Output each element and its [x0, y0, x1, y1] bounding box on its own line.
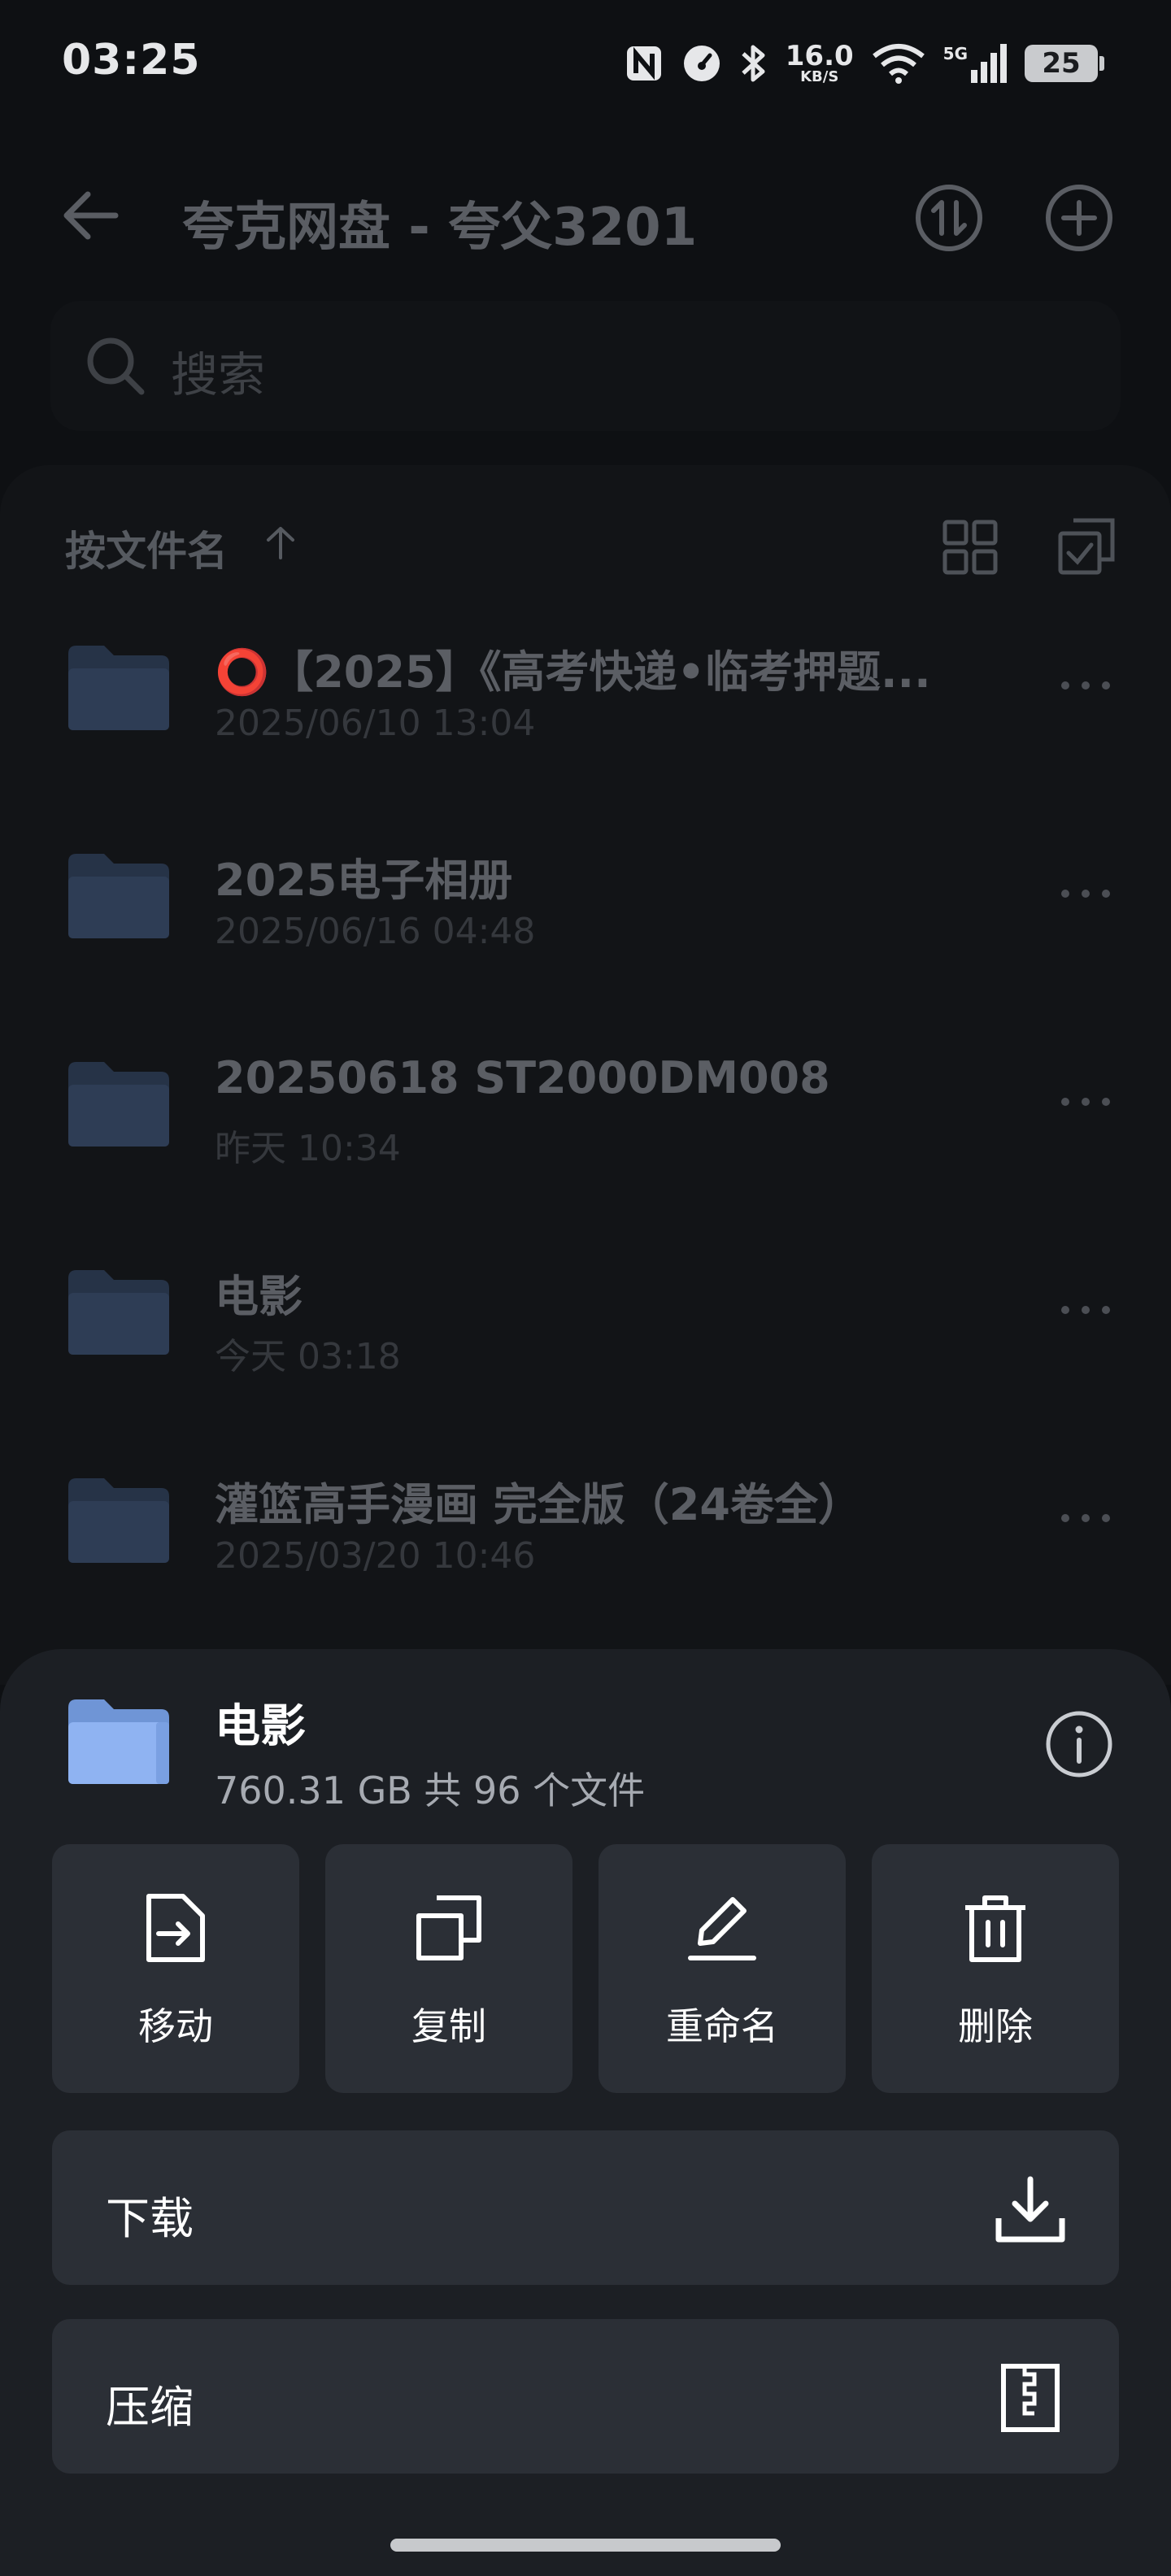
file-date: 今天 03:18: [215, 1336, 401, 1377]
status-icons: 16.0 KB/S 5G 25: [625, 39, 1104, 88]
transfer-icon[interactable]: [914, 183, 984, 253]
move-button[interactable]: 移动: [52, 1844, 299, 2093]
download-label: 下载: [106, 2193, 194, 2244]
sheet-meta: 760.31 GB 共 96 个文件: [215, 1769, 646, 1812]
bluetooth-icon: [742, 45, 765, 82]
file-name: 20250618 ST2000DM008: [215, 1052, 830, 1103]
list-item[interactable]: ⭕【2025】《高考快递•临考押题... 2025/06/10 13:04: [0, 603, 1171, 812]
file-actions-sheet: 电影 760.31 GB 共 96 个文件 移动 复制 重命名 删除 下载 压缩: [0, 1649, 1171, 2576]
wifi-icon: [872, 44, 925, 84]
file-date: 2025/06/10 13:04: [215, 703, 536, 744]
folder-icon: [68, 646, 169, 730]
status-bar: 03:25 16.0 KB/S 5G 25: [0, 0, 1171, 130]
file-date: 2025/06/16 04:48: [215, 911, 536, 952]
file-date: 昨天 10:34: [215, 1128, 401, 1169]
move-label: 移动: [138, 2004, 213, 2048]
delete-label: 删除: [958, 2004, 1033, 2048]
compress-button[interactable]: 压缩: [52, 2319, 1119, 2474]
more-options-icon[interactable]: [1057, 675, 1114, 696]
speedometer-icon: [683, 46, 720, 81]
compress-label: 压缩: [106, 2382, 194, 2433]
list-item[interactable]: 灌篮高手漫画 完全版（24卷全） 2025/03/20 10:46: [0, 1436, 1171, 1644]
folder-icon: [68, 1699, 169, 1784]
info-icon[interactable]: [1044, 1709, 1114, 1779]
net-speed-value: 16.0: [785, 40, 854, 72]
sort-by-name-button[interactable]: 按文件名: [65, 519, 228, 577]
signal-label: 5G: [942, 44, 968, 63]
page-title: 夸克网盘 - 夸父3201: [182, 198, 698, 258]
home-indicator[interactable]: [390, 2539, 781, 2552]
sheet-title: 电影: [215, 1700, 306, 1753]
folder-icon: [68, 1478, 169, 1563]
add-icon[interactable]: [1044, 183, 1114, 253]
nfc-icon: [626, 46, 661, 80]
file-name: 2025电子相册: [215, 855, 513, 906]
net-speed-unit: KB/S: [800, 68, 839, 85]
multiselect-icon[interactable]: [1056, 516, 1117, 577]
back-arrow-icon[interactable]: [59, 183, 124, 248]
folder-icon: [68, 854, 169, 938]
folder-icon: [68, 1062, 169, 1147]
rename-icon: [688, 1897, 756, 1960]
file-date: 2025/03/20 10:46: [215, 1535, 536, 1577]
more-options-icon[interactable]: [1057, 1508, 1114, 1529]
search-input[interactable]: 搜索: [50, 301, 1121, 431]
search-placeholder: 搜索: [171, 347, 266, 402]
action-grid: 移动 复制 重命名 删除: [52, 1844, 1119, 2093]
more-options-icon[interactable]: [1057, 883, 1114, 904]
move-icon: [146, 1894, 205, 1962]
delete-icon: [965, 1895, 1025, 1962]
net-speed: 16.0 KB/S: [786, 42, 854, 85]
file-name: ⭕【2025】《高考快递•临考押题...: [215, 646, 931, 698]
more-options-icon[interactable]: [1057, 1091, 1114, 1112]
folder-icon: [68, 1270, 169, 1355]
signal-bars-icon: [971, 44, 1007, 83]
app-header: 夸克网盘 - 夸父3201: [0, 163, 1171, 268]
delete-button[interactable]: 删除: [872, 1844, 1119, 2093]
grid-view-icon[interactable]: [942, 519, 999, 576]
file-list-panel: 按文件名 ⭕【2025】《高考快递•临考押题... 2025/06/10 13:…: [0, 465, 1171, 1685]
battery-icon: 25: [1025, 45, 1104, 82]
download-icon: [995, 2176, 1065, 2243]
rename-label: 重命名: [666, 2004, 778, 2048]
copy-icon: [416, 1895, 481, 1960]
download-button[interactable]: 下载: [52, 2130, 1119, 2285]
copy-label: 复制: [411, 2004, 486, 2048]
file-name: 灌篮高手漫画 完全版（24卷全）: [215, 1479, 862, 1530]
cell-signal: 5G: [943, 44, 1007, 83]
list-item[interactable]: 2025电子相册 2025/06/16 04:48: [0, 812, 1171, 1020]
status-time: 03:25: [62, 36, 201, 85]
rename-button[interactable]: 重命名: [599, 1844, 846, 2093]
sort-ascending-icon[interactable]: [262, 524, 299, 561]
search-icon: [87, 337, 145, 395]
list-item[interactable]: 20250618 ST2000DM008 昨天 10:34: [0, 1020, 1171, 1228]
copy-button[interactable]: 复制: [325, 1844, 572, 2093]
file-name: 电影: [215, 1271, 303, 1322]
more-options-icon[interactable]: [1057, 1299, 1114, 1321]
list-item[interactable]: 电影 今天 03:18: [0, 1228, 1171, 1436]
compress-icon: [1001, 2364, 1060, 2432]
